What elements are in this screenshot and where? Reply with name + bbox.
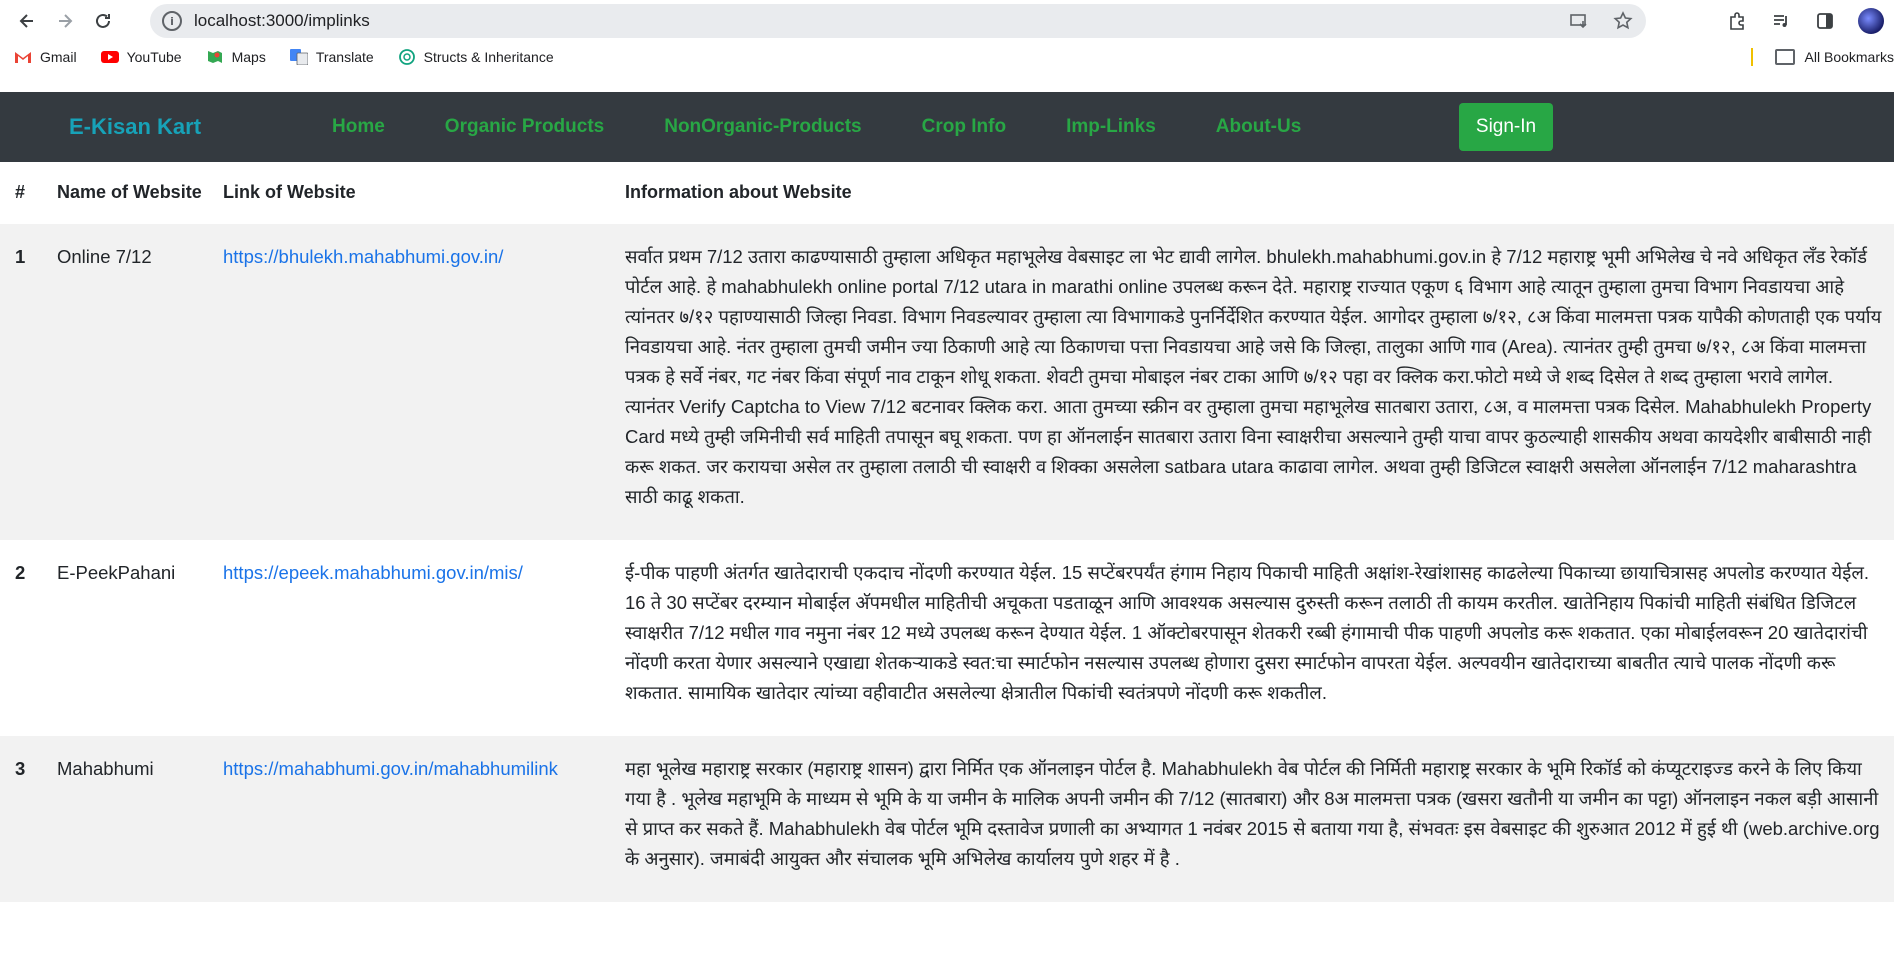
- brand-logo[interactable]: E-Kisan Kart: [69, 114, 201, 140]
- row-number: 3: [15, 758, 26, 779]
- install-app-icon[interactable]: [1568, 10, 1590, 32]
- site-info-icon[interactable]: i: [162, 11, 182, 31]
- bookmark-star-icon[interactable]: [1612, 10, 1634, 32]
- bookmark-youtube[interactable]: YouTube: [100, 49, 182, 65]
- extensions-icon[interactable]: [1726, 10, 1748, 32]
- bookmark-translate[interactable]: Translate: [289, 49, 374, 65]
- links-table: # Name of Website Link of Website Inform…: [0, 162, 1894, 902]
- bookmark-structs[interactable]: Structs & Inheritance: [398, 49, 554, 65]
- bookmark-separator: [1750, 48, 1753, 66]
- row-number: 1: [15, 246, 26, 267]
- profile-avatar[interactable]: [1858, 8, 1884, 34]
- address-bar[interactable]: i localhost:3000/implinks: [150, 4, 1646, 38]
- website-link[interactable]: https://bhulekh.mahabhumi.gov.in/: [223, 246, 503, 267]
- bookmark-label: YouTube: [126, 49, 182, 65]
- reload-icon[interactable]: [86, 4, 120, 38]
- row-name: Online 7/12: [57, 246, 152, 267]
- nav-home[interactable]: Home: [332, 116, 385, 138]
- header-number: #: [15, 182, 26, 202]
- row-name: Mahabhumi: [57, 758, 154, 779]
- chatgpt-icon: [398, 49, 415, 65]
- url-text[interactable]: localhost:3000/implinks: [194, 11, 370, 31]
- gmail-icon: [15, 52, 31, 63]
- row-info: सर्वात प्रथम 7/12 उतारा काढण्यासाठी तुम्…: [625, 246, 1882, 507]
- translate-icon: [289, 49, 308, 65]
- bookmark-gmail[interactable]: Gmail: [14, 49, 77, 65]
- bookmark-label: Structs & Inheritance: [423, 49, 554, 65]
- table-header-row: # Name of Website Link of Website Inform…: [0, 162, 1894, 224]
- folder-icon: [1774, 49, 1795, 65]
- bookmark-label: Translate: [315, 49, 374, 65]
- table-row: 2 E-PeekPahani https://epeek.mahabhumi.g…: [0, 540, 1894, 736]
- links-table-container: # Name of Website Link of Website Inform…: [0, 162, 1894, 902]
- nav-links: Home Organic Products NonOrganic-Product…: [332, 116, 1361, 138]
- site-navbar: E-Kisan Kart Home Organic Products NonOr…: [0, 92, 1894, 162]
- bookmark-label: Maps: [231, 49, 266, 65]
- all-bookmarks-button[interactable]: All Bookmarks: [1805, 49, 1894, 65]
- nav-imp-links[interactable]: Imp-Links: [1066, 116, 1156, 138]
- bookmark-maps[interactable]: Maps: [206, 49, 266, 65]
- row-number: 2: [15, 562, 26, 583]
- row-name: E-PeekPahani: [57, 562, 176, 583]
- nav-crop-info[interactable]: Crop Info: [922, 116, 1006, 138]
- header-info: Information about Website: [625, 182, 852, 202]
- website-link[interactable]: https://epeek.mahabhumi.gov.in/mis/: [223, 562, 523, 583]
- youtube-icon: [100, 51, 119, 63]
- maps-icon: [207, 51, 222, 63]
- sign-in-button[interactable]: Sign-In: [1459, 103, 1553, 151]
- browser-toolbar: i localhost:3000/implinks: [0, 0, 1894, 42]
- media-control-icon[interactable]: [1770, 10, 1792, 32]
- table-row: 1 Online 7/12 https://bhulekh.mahabhumi.…: [0, 224, 1894, 540]
- header-link: Link of Website: [223, 182, 356, 202]
- nav-about-us[interactable]: About-Us: [1216, 116, 1301, 138]
- back-icon[interactable]: [10, 4, 44, 38]
- bookmark-label: Gmail: [40, 49, 77, 65]
- nav-organic-products[interactable]: Organic Products: [445, 116, 604, 138]
- bookmarks-bar: Gmail YouTube Maps Translate Structs & I…: [0, 42, 1894, 72]
- table-row: 3 Mahabhumi https://mahabhumi.gov.in/mah…: [0, 736, 1894, 902]
- website-link[interactable]: https://mahabhumi.gov.in/mahabhumilink: [223, 758, 558, 779]
- nav-nonorganic-products[interactable]: NonOrganic-Products: [664, 116, 861, 138]
- forward-icon[interactable]: [48, 4, 82, 38]
- row-info: ई-पीक पाहणी अंतर्गत खातेदाराची एकदाच नों…: [625, 562, 1870, 703]
- side-panel-icon[interactable]: [1814, 10, 1836, 32]
- row-info: महा भूलेख महाराष्ट्र सरकार (महाराष्ट्र श…: [625, 758, 1880, 869]
- header-name: Name of Website: [57, 182, 202, 202]
